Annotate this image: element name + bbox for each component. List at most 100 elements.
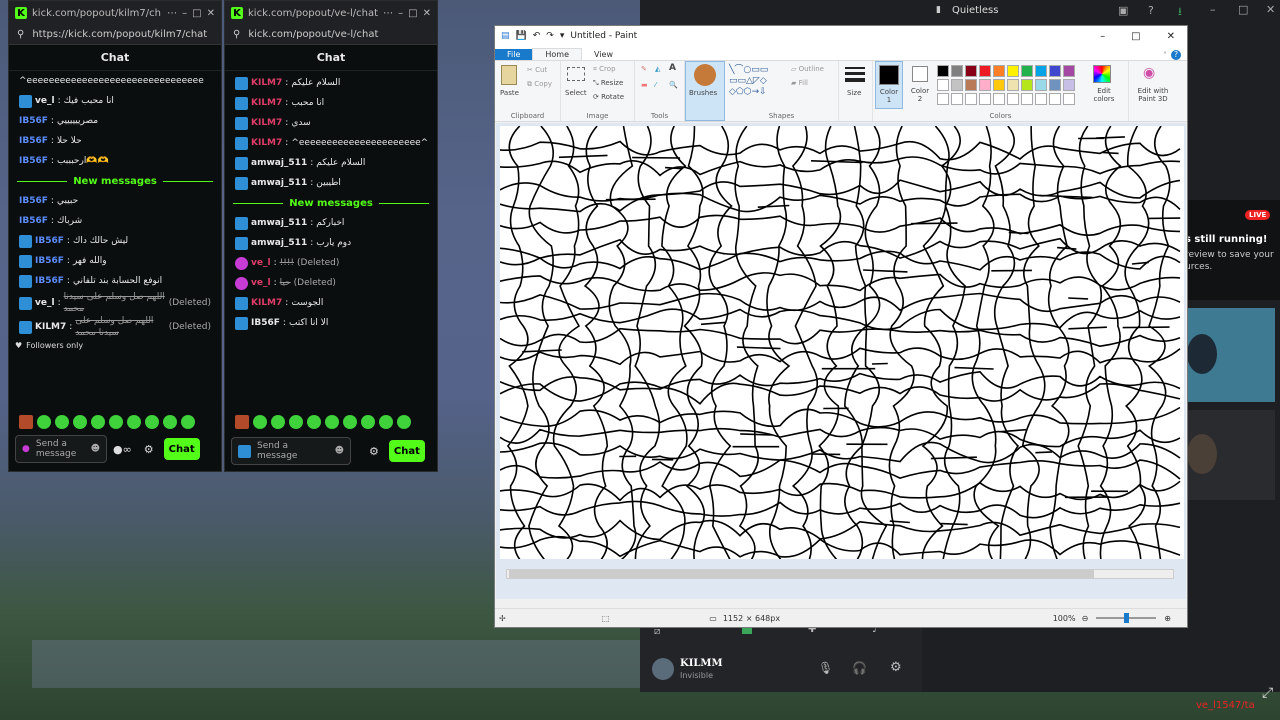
palette-swatch-empty[interactable] (993, 93, 1005, 105)
palette-swatch-empty[interactable] (1063, 93, 1075, 105)
message-username[interactable]: amwaj_511 (251, 237, 307, 249)
emote[interactable] (397, 415, 411, 429)
palette-swatch[interactable] (1049, 65, 1061, 77)
tab-file[interactable]: File (495, 49, 533, 60)
scrollbar-thumb[interactable] (509, 570, 1094, 578)
maximize-icon[interactable]: □ (1131, 31, 1140, 42)
message-username[interactable]: IB56F (19, 135, 48, 147)
crop-button[interactable]: ⌗ Crop (593, 65, 616, 74)
pencil-icon[interactable]: ✎ (641, 65, 647, 73)
settings-gear-icon[interactable]: ⚙ (890, 660, 902, 675)
message-username[interactable]: IB56F (19, 115, 48, 127)
help-icon[interactable]: ? (1148, 4, 1154, 17)
download-icon[interactable]: ⭳ (1178, 3, 1182, 22)
emote[interactable] (343, 415, 357, 429)
palette-swatch-empty[interactable] (965, 93, 977, 105)
emote[interactable] (235, 415, 249, 429)
palette-swatch[interactable] (937, 65, 949, 77)
select-icon[interactable] (567, 67, 585, 81)
rotate-button[interactable]: ⟳ Rotate (593, 93, 624, 101)
color-picker-icon[interactable]: ⁄ (655, 81, 656, 89)
palette-swatch[interactable] (951, 79, 963, 91)
eraser-icon[interactable]: ▬ (641, 81, 648, 89)
palette-swatch[interactable] (993, 79, 1005, 91)
mic-icon[interactable]: 🎙 (818, 661, 833, 675)
emote[interactable] (307, 415, 321, 429)
emote[interactable] (361, 415, 375, 429)
quick-emote-icon[interactable]: ●∞ (113, 443, 132, 456)
palette-swatch[interactable] (1063, 65, 1075, 77)
maximize-icon[interactable]: □ (1238, 3, 1248, 16)
close-icon[interactable]: ✕ (207, 8, 215, 19)
palette-swatch[interactable] (1049, 79, 1061, 91)
zoom-out-icon[interactable]: ⊖ (1082, 614, 1089, 623)
user-avatar[interactable] (652, 658, 674, 680)
palette-swatch-empty[interactable] (979, 93, 991, 105)
message-username[interactable]: IB56F (35, 255, 64, 267)
emote[interactable] (163, 415, 177, 429)
palette-swatch[interactable] (979, 65, 991, 77)
close-icon[interactable]: ✕ (1167, 31, 1175, 42)
message-username[interactable]: ve_l (251, 277, 271, 289)
emote[interactable] (325, 415, 339, 429)
customize-qat-icon[interactable]: ▾ (560, 31, 565, 41)
message-username[interactable]: IB56F (251, 317, 280, 329)
palette-swatch[interactable] (1035, 65, 1047, 77)
palette-swatch[interactable] (1007, 65, 1019, 77)
palette-swatch[interactable] (1021, 79, 1033, 91)
paste-icon[interactable] (501, 65, 517, 85)
palette-swatch[interactable] (1035, 79, 1047, 91)
tab-home[interactable]: Home (532, 48, 583, 60)
edit-colors-icon[interactable] (1093, 65, 1111, 83)
message-username[interactable]: IB56F (19, 155, 48, 167)
minimize-icon[interactable]: – (398, 8, 403, 19)
paint3d-icon[interactable]: ◉ (1143, 65, 1155, 81)
message-username[interactable]: KILM7 (251, 137, 282, 149)
site-info-icon[interactable]: ⚲ (17, 29, 24, 40)
message-username[interactable]: ve_l (35, 95, 55, 107)
palette-swatch[interactable] (993, 65, 1005, 77)
emote[interactable] (127, 415, 141, 429)
emote[interactable] (379, 415, 393, 429)
menu-icon[interactable]: ⋯ (167, 8, 177, 19)
emote[interactable] (145, 415, 159, 429)
palette-swatch-empty[interactable] (1021, 93, 1033, 105)
video-tile[interactable] (1185, 410, 1275, 500)
magnifier-icon[interactable]: 🔍 (669, 81, 678, 89)
message-username[interactable]: ve_l (251, 257, 271, 269)
drawing-canvas[interactable] (500, 126, 1184, 559)
emote[interactable] (289, 415, 303, 429)
emote[interactable] (181, 415, 195, 429)
message-username[interactable]: amwaj_511 (251, 157, 307, 169)
emote[interactable] (91, 415, 105, 429)
message-username[interactable]: ve_l (35, 297, 55, 309)
headphones-icon[interactable]: 🎧 (852, 661, 867, 675)
maximize-icon[interactable]: □ (408, 8, 417, 19)
brushes-button[interactable]: Brushes (685, 61, 725, 121)
send-message-input[interactable]: Send a message ☻ (231, 437, 351, 465)
message-username[interactable]: KILM7 (251, 297, 282, 309)
emote[interactable] (109, 415, 123, 429)
copy-button[interactable]: ⧉ Copy (527, 80, 552, 89)
minimize-icon[interactable]: – (1100, 31, 1105, 42)
text-tool-icon[interactable]: A (669, 63, 676, 73)
palette-swatch-empty[interactable] (951, 93, 963, 105)
zoom-slider-thumb[interactable] (1124, 613, 1130, 623)
message-username[interactable]: KILM7 (251, 77, 282, 89)
send-message-input[interactable]: ● Send a message ☻ (15, 435, 107, 463)
site-info-icon[interactable]: ⚲ (233, 29, 240, 40)
size-button[interactable]: Size (839, 61, 873, 121)
message-username[interactable]: IB56F (19, 215, 48, 227)
maximize-icon[interactable]: □ (192, 8, 201, 19)
undo-icon[interactable]: ↶ (533, 31, 541, 41)
save-icon[interactable]: 💾 (516, 31, 527, 41)
emote[interactable] (37, 415, 51, 429)
palette-swatch[interactable] (1021, 65, 1033, 77)
chat-send-button[interactable]: Chat (388, 440, 425, 462)
minimize-icon[interactable]: – (1210, 3, 1216, 16)
palette-swatch-empty[interactable] (1035, 93, 1047, 105)
message-username[interactable]: amwaj_511 (251, 177, 307, 189)
select-button[interactable]: Select (565, 89, 587, 97)
zoom-slider[interactable] (1096, 613, 1157, 623)
url-bar[interactable]: ⚲ kick.com/popout/ve-l/chat (225, 25, 437, 45)
